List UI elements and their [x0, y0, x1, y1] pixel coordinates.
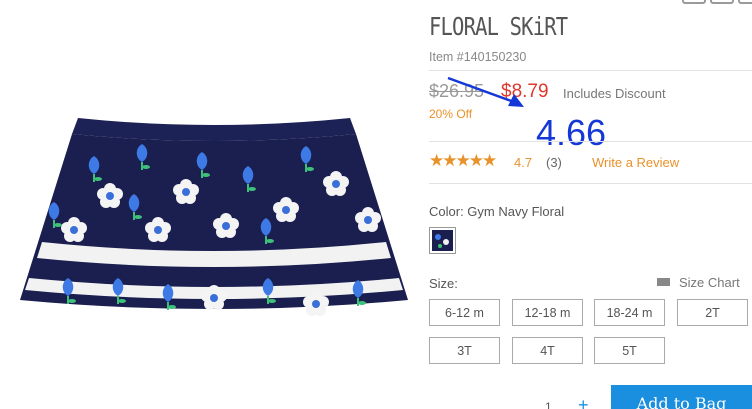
size-chart-label: Size Chart	[679, 275, 740, 290]
size-option[interactable]: 3T	[429, 337, 500, 364]
size-option[interactable]: 12-18 m	[512, 299, 583, 326]
share-icon[interactable]	[682, 0, 706, 4]
divider	[429, 70, 752, 71]
size-option[interactable]: 5T	[594, 337, 665, 364]
rating-value: 4.7	[514, 155, 533, 170]
top-toolbar-icons	[642, 0, 752, 4]
discount-note: Includes Discount	[563, 86, 666, 101]
size-option[interactable]: 2T	[677, 299, 748, 326]
annotation-arrow	[447, 76, 524, 107]
product-title: FLORAL SKiRT	[429, 12, 568, 41]
color-label: Color: Gym Navy Floral	[429, 204, 565, 219]
review-count: (3)	[546, 155, 562, 170]
size-option[interactable]: 18-24 m	[594, 299, 665, 326]
write-review-link[interactable]: Write a Review	[592, 155, 679, 170]
item-number: Item #140150230	[429, 50, 527, 64]
ruler-icon	[657, 278, 670, 286]
annotation-value: 4.66	[536, 112, 607, 153]
size-option[interactable]: 6-12 m	[429, 299, 500, 326]
quantity-value[interactable]: 1	[545, 400, 552, 409]
print-icon[interactable]	[738, 0, 752, 4]
quantity-increment-button[interactable]: +	[578, 395, 589, 409]
size-label: Size:	[429, 276, 458, 291]
divider	[429, 141, 752, 142]
product-image	[20, 118, 408, 316]
wishlist-icon[interactable]	[710, 0, 734, 4]
color-swatch-gym-navy-floral[interactable]	[429, 227, 456, 254]
divider	[429, 183, 752, 184]
size-option[interactable]: 4T	[512, 337, 583, 364]
size-chart-link[interactable]: Size Chart	[657, 275, 740, 290]
add-to-bag-button[interactable]: Add to Bag	[611, 385, 752, 409]
rating-stars: ★★★★★	[429, 151, 497, 170]
